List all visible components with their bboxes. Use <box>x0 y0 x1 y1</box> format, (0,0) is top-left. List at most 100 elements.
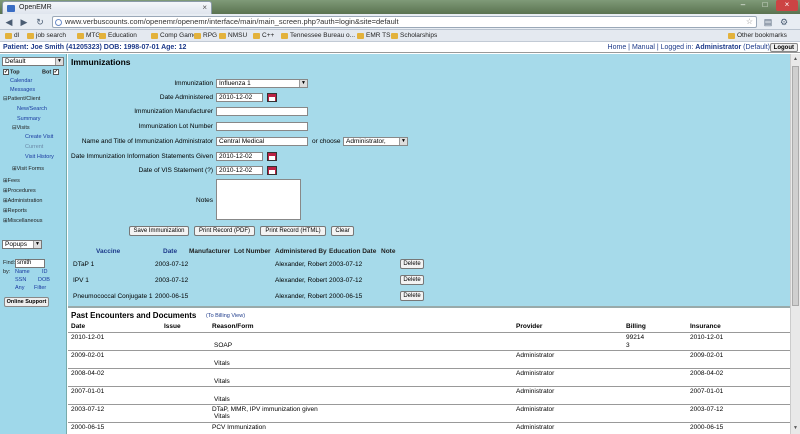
lot-number-label: Immunization Lot Number <box>138 123 213 130</box>
bot-frame-toggle[interactable]: Bot ✓ <box>42 69 60 76</box>
bookmark-item[interactable]: EMR TS <box>356 31 390 41</box>
manufacturer-label: Immunization Manufacturer <box>134 108 213 115</box>
delete-button[interactable]: Delete <box>400 291 424 301</box>
popups-select-value: Popups <box>5 241 28 248</box>
patient-info[interactable]: Patient: Joe Smith (41205323) DOB: 1998-… <box>3 43 186 53</box>
openemr-favicon-icon <box>7 5 15 12</box>
bookmark-item[interactable]: C++ <box>252 31 274 41</box>
search-filter[interactable]: Filter <box>34 285 46 292</box>
home-link[interactable]: Home <box>608 44 627 51</box>
bookmark-item[interactable]: NMSU <box>218 31 247 41</box>
delete-button[interactable]: Delete <box>400 275 424 285</box>
immunization-select[interactable]: Influenza 1 ▼ <box>216 79 308 88</box>
search-by-id[interactable]: ID <box>42 269 48 276</box>
billing-view-link[interactable]: (To Billing View) <box>206 313 245 319</box>
search-by-name[interactable]: Name <box>15 269 30 276</box>
encounter-row[interactable]: 2010-12-01 SOAP 99214 3 2010-12-01 <box>68 332 790 350</box>
popups-select[interactable]: Popups ▼ <box>2 240 42 249</box>
checkbox-icon[interactable]: ✓ <box>3 69 9 75</box>
maximize-icon[interactable]: □ <box>754 0 776 11</box>
close-window-icon[interactable]: × <box>776 0 798 11</box>
wrench-icon[interactable]: ⚙ <box>778 16 790 28</box>
back-icon[interactable]: ◀ <box>3 16 15 28</box>
bookmark-item[interactable]: MTG <box>76 31 100 41</box>
administrator-label: Name and Title of Immunization Administr… <box>81 138 213 145</box>
col-date[interactable]: Date <box>163 248 177 255</box>
bookmark-star-icon[interactable]: ☆ <box>746 17 753 27</box>
search-by-any[interactable]: Any <box>15 285 24 292</box>
calendar-icon[interactable] <box>267 166 277 175</box>
encounter-row[interactable]: 2007-01-01 Vitals Administrator 2007-01-… <box>68 386 790 404</box>
enc-insurance: 2009-02-01 <box>690 352 724 359</box>
calendar-icon[interactable] <box>267 93 277 102</box>
administrator-input[interactable]: Central Medical <box>216 137 308 146</box>
minimize-icon[interactable]: – <box>732 0 754 11</box>
top-frame-toggle[interactable]: ✓ Top <box>3 69 20 76</box>
enc-provider: Administrator <box>516 406 555 413</box>
administrator-select[interactable]: Administrator, ▼ <box>343 137 408 146</box>
nav-procedures[interactable]: ⊞Procedures <box>3 188 36 195</box>
vertical-scrollbar[interactable]: ▲ ▼ <box>790 54 800 434</box>
nav-miscellaneous[interactable]: ⊞Miscellaneous <box>3 218 42 225</box>
url-input[interactable]: www.verbuscounts.com/openemr/openemr/int… <box>52 16 757 28</box>
browser-tab[interactable]: OpenEMR × <box>2 1 212 14</box>
page-menu-icon[interactable]: ▤ <box>762 16 774 28</box>
col-vaccine[interactable]: Vaccine <box>96 248 120 255</box>
url-text: www.verbuscounts.com/openemr/openemr/int… <box>65 17 399 26</box>
search-by-ssn[interactable]: SSN <box>15 277 26 284</box>
date-cell: 2000-06-15 <box>155 293 189 300</box>
bookmark-item[interactable]: job search <box>26 31 66 41</box>
site-name: (Default) <box>743 44 770 51</box>
print-pdf-button[interactable]: Print Record (PDF) <box>194 226 255 236</box>
vis-input[interactable]: 2010-12-02 <box>216 166 263 175</box>
info-statement-input[interactable]: 2010-12-02 <box>216 152 263 161</box>
manufacturer-input[interactable] <box>216 107 308 116</box>
bookmark-item[interactable]: Comp Game <box>150 31 197 41</box>
clear-button[interactable]: Clear <box>331 226 354 236</box>
find-input[interactable]: smith <box>15 259 45 268</box>
bookmark-item[interactable]: Scholarships <box>390 31 437 41</box>
browser-titlebar: OpenEMR × – □ × <box>0 0 800 14</box>
bookmarks-bar: dl job search MTG Education Comp Game RP… <box>0 30 800 42</box>
enc-form: Vitals <box>214 378 230 385</box>
scroll-down-icon[interactable]: ▼ <box>791 424 800 433</box>
scroll-thumb[interactable] <box>792 66 799 306</box>
logout-button[interactable]: Logout <box>769 43 798 52</box>
notes-textarea[interactable] <box>216 179 301 220</box>
bookmark-item[interactable]: dl <box>4 31 19 41</box>
mode-select[interactable]: Default ▼ <box>2 57 64 66</box>
chevron-down-icon: ▼ <box>299 80 307 87</box>
checkbox-icon[interactable]: ✓ <box>52 69 59 75</box>
encounter-row[interactable]: 2008-04-02 Vitals Administrator 2008-04-… <box>68 368 790 386</box>
lot-number-input[interactable] <box>216 122 308 131</box>
nav-reports[interactable]: ⊞Reports <box>3 208 27 215</box>
encounter-row[interactable]: 2000-06-15 PCV Immunization Administrato… <box>68 422 790 434</box>
header-links: Home | Manual | Logged in: Administrator… <box>607 44 770 51</box>
encounter-row[interactable]: 2003-07-12 DTaP, MMR, IPV immunization g… <box>68 404 790 422</box>
date-administered-input[interactable]: 2010-12-02 <box>216 93 263 102</box>
enc-col-insurance: Insurance <box>690 323 721 330</box>
close-tab-icon[interactable]: × <box>202 3 207 12</box>
encounter-row[interactable]: 2009-02-01 Vitals Administrator 2009-02-… <box>68 350 790 368</box>
enc-date: 2000-06-15 <box>71 424 105 431</box>
search-by-dob[interactable]: DOB <box>38 277 50 284</box>
col-note: Note <box>381 248 396 255</box>
delete-button[interactable]: Delete <box>400 259 424 269</box>
online-support-button[interactable]: Online Support <box>4 297 49 307</box>
nav-fees[interactable]: ⊞Fees <box>3 178 20 185</box>
bookmark-item[interactable]: RPG <box>193 31 217 41</box>
bookmark-item[interactable]: Education <box>98 31 137 41</box>
other-bookmarks[interactable]: Other bookmarks <box>727 31 787 41</box>
vaccine-cell: IPV 1 <box>73 277 89 284</box>
print-html-button[interactable]: Print Record (HTML) <box>260 226 326 236</box>
bookmark-item[interactable]: Tennessee Bureau o... <box>280 31 355 41</box>
reload-icon[interactable]: ↻ <box>34 16 46 28</box>
manual-link[interactable]: Manual <box>632 44 655 51</box>
forward-icon[interactable]: ▶ <box>18 16 30 28</box>
immunizations-panel: Immunizations Immunization Influenza 1 ▼… <box>68 54 790 306</box>
globe-icon <box>55 19 62 26</box>
save-immunization-button[interactable]: Save Immunization <box>129 226 189 236</box>
vaccine-cell: Pneumococcal Conjugate 1 <box>73 293 153 300</box>
scroll-up-icon[interactable]: ▲ <box>791 55 800 64</box>
calendar-icon[interactable] <box>267 152 277 161</box>
